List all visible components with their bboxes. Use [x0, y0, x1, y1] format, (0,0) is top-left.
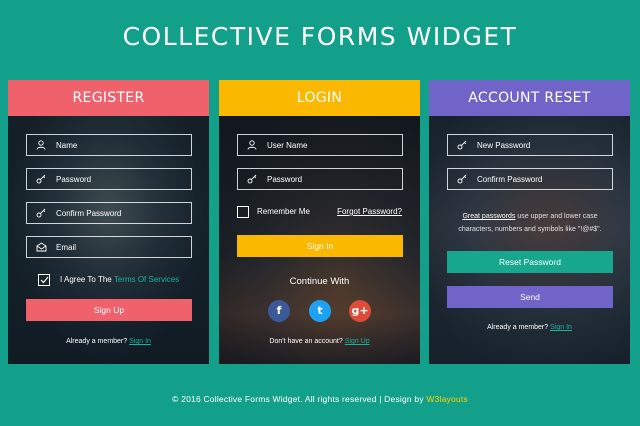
email-placeholder: Email [56, 242, 77, 252]
key-icon [34, 208, 48, 218]
reset-member-text: Already a member? [487, 324, 549, 331]
login-panel: LOGIN User Name Password Remember Me For… [219, 80, 420, 364]
user-icon [245, 140, 259, 150]
facebook-icon[interactable]: f [268, 300, 290, 322]
reset-body: New Password Confirm Password Great pass… [429, 116, 630, 364]
page-title: COLLECTIVE FORMS WIDGET [122, 22, 518, 51]
remember-checkbox[interactable] [237, 206, 249, 218]
name-field[interactable]: Name [26, 134, 192, 156]
register-body: Name Password Confirm Password Email I A… [8, 116, 209, 364]
reset-password-button[interactable]: Reset Password [447, 251, 613, 273]
register-heading: REGISTER [8, 80, 209, 116]
sign-up-link[interactable]: Sign Up [345, 338, 370, 345]
footer-text: © 2016 Collective Forms Widget. All righ… [172, 394, 424, 404]
username-placeholder: User Name [267, 140, 308, 150]
confirm-password-placeholder: Confirm Password [56, 208, 122, 218]
sign-in-link[interactable]: Sign In [129, 338, 151, 345]
password-hint: Great passwords use upper and lower case… [447, 210, 613, 236]
reset-confirm-field[interactable]: Confirm Password [447, 168, 613, 190]
password-placeholder: Password [56, 174, 92, 184]
hint-link[interactable]: Great passwords [462, 213, 515, 220]
key-icon [455, 174, 469, 184]
email-field[interactable]: Email [26, 236, 192, 258]
agree-checkbox[interactable] [38, 274, 50, 286]
agree-prefix: I Agree To The [60, 275, 112, 284]
terms-link[interactable]: Terms Of Services [114, 275, 179, 284]
reset-panel: ACCOUNT RESET New Password Confirm Passw… [429, 80, 630, 364]
register-member-line: Already a member? Sign In [8, 338, 209, 345]
reset-member-line: Already a member? Sign In [429, 324, 630, 331]
login-signup-line: Don't have an account? Sign Up [219, 338, 420, 345]
register-panel: REGISTER Name Password Confirm Password … [8, 80, 209, 364]
login-password-placeholder: Password [267, 174, 303, 184]
send-button[interactable]: Send [447, 286, 613, 308]
new-password-field[interactable]: New Password [447, 134, 613, 156]
checkmark-icon [40, 276, 48, 284]
remember-label: Remember Me [257, 207, 310, 216]
forgot-password-link[interactable]: Forgot Password? [337, 207, 402, 216]
name-placeholder: Name [56, 140, 78, 150]
password-field[interactable]: Password [26, 168, 192, 190]
no-account-text: Don't have an account? [269, 338, 343, 345]
login-heading: LOGIN [219, 80, 420, 116]
footer: © 2016 Collective Forms Widget. All righ… [0, 394, 640, 404]
username-field[interactable]: User Name [237, 134, 403, 156]
google-plus-icon[interactable]: g+ [349, 300, 371, 322]
login-body: User Name Password Remember Me Forgot Pa… [219, 116, 420, 364]
new-password-placeholder: New Password [477, 140, 531, 150]
reset-confirm-placeholder: Confirm Password [477, 174, 543, 184]
reset-sign-in-link[interactable]: Sign In [550, 324, 572, 331]
agree-text: I Agree To The Terms Of Services [60, 275, 179, 284]
footer-brand-link[interactable]: W3layouts [426, 394, 467, 404]
continue-with-label: Continue With [289, 276, 350, 287]
sign-in-button[interactable]: Sign In [237, 235, 403, 257]
twitter-icon[interactable]: t [309, 300, 331, 322]
key-icon [34, 174, 48, 184]
member-text: Already a member? [66, 338, 128, 345]
confirm-password-field[interactable]: Confirm Password [26, 202, 192, 224]
key-icon [455, 140, 469, 150]
envelope-icon [34, 242, 48, 252]
login-password-field[interactable]: Password [237, 168, 403, 190]
sign-up-button[interactable]: Sign Up [26, 299, 192, 321]
user-icon [34, 140, 48, 150]
key-icon [245, 174, 259, 184]
reset-heading: ACCOUNT RESET [429, 80, 630, 116]
